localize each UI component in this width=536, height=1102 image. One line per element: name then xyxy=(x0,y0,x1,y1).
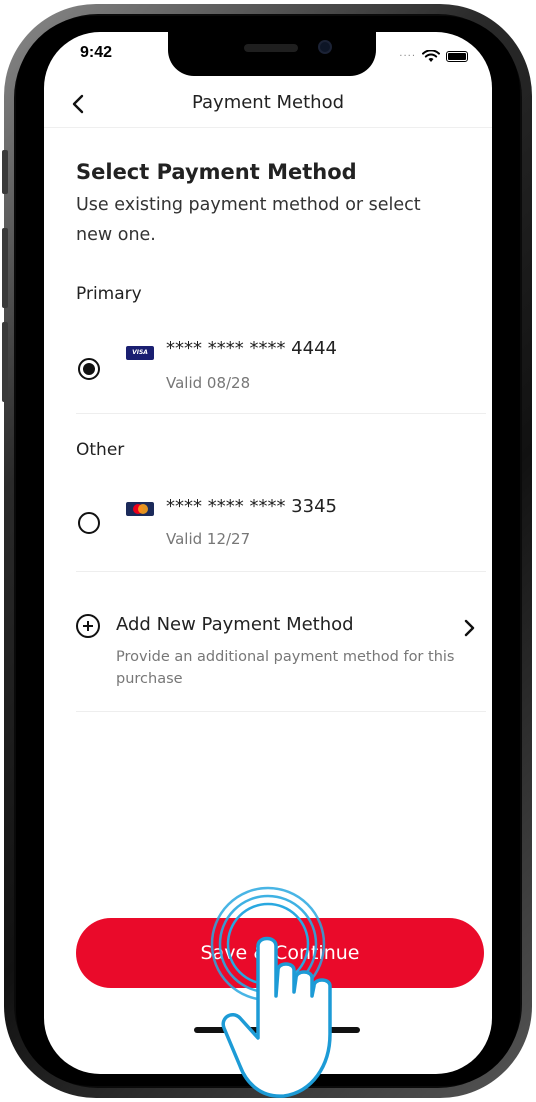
front-camera xyxy=(318,40,332,54)
chevron-right-icon xyxy=(464,619,475,637)
other-label: Other xyxy=(76,440,125,460)
radio-unselected[interactable] xyxy=(78,512,100,534)
home-indicator xyxy=(194,1027,360,1033)
visa-card-icon: VISA xyxy=(126,346,154,360)
battery-icon xyxy=(446,51,468,62)
card-number: **** **** **** 4444 xyxy=(166,338,337,359)
mute-switch xyxy=(2,150,8,194)
radio-selected[interactable] xyxy=(78,358,100,380)
card-valid: Valid 12/27 xyxy=(166,530,251,548)
payment-option-primary[interactable]: VISA **** **** **** 4444 Valid 08/28 xyxy=(76,334,486,414)
section-title: Select Payment Method xyxy=(76,160,357,184)
add-method-description: Provide an additional payment method for… xyxy=(116,649,455,687)
section-subtitle: Use existing payment method or select ne… xyxy=(76,195,421,245)
add-payment-method[interactable]: Add New Payment Method Provide an additi… xyxy=(76,610,486,712)
status-time: 9:42 xyxy=(80,44,113,61)
payment-option-other[interactable]: **** **** **** 3345 Valid 12/27 xyxy=(76,492,486,572)
plus-circle-icon xyxy=(76,614,100,638)
speaker xyxy=(244,44,298,52)
status-icons: ···· xyxy=(399,50,468,63)
mastercard-icon xyxy=(126,502,154,516)
primary-label: Primary xyxy=(76,284,142,304)
volume-up-button xyxy=(2,228,8,308)
save-continue-button[interactable]: Save & Continue xyxy=(76,918,484,988)
card-valid: Valid 08/28 xyxy=(166,374,251,392)
card-number: **** **** **** 3345 xyxy=(166,496,337,517)
signal-icon: ···· xyxy=(399,51,416,62)
notch xyxy=(168,32,376,76)
nav-bar: Payment Method xyxy=(44,80,492,128)
add-method-title: Add New Payment Method xyxy=(116,614,354,635)
volume-down-button xyxy=(2,322,8,402)
page-title: Payment Method xyxy=(191,92,345,113)
app-screen: 9:42 ···· Payment Method Select Payment … xyxy=(44,32,492,1074)
wifi-icon xyxy=(422,50,440,62)
